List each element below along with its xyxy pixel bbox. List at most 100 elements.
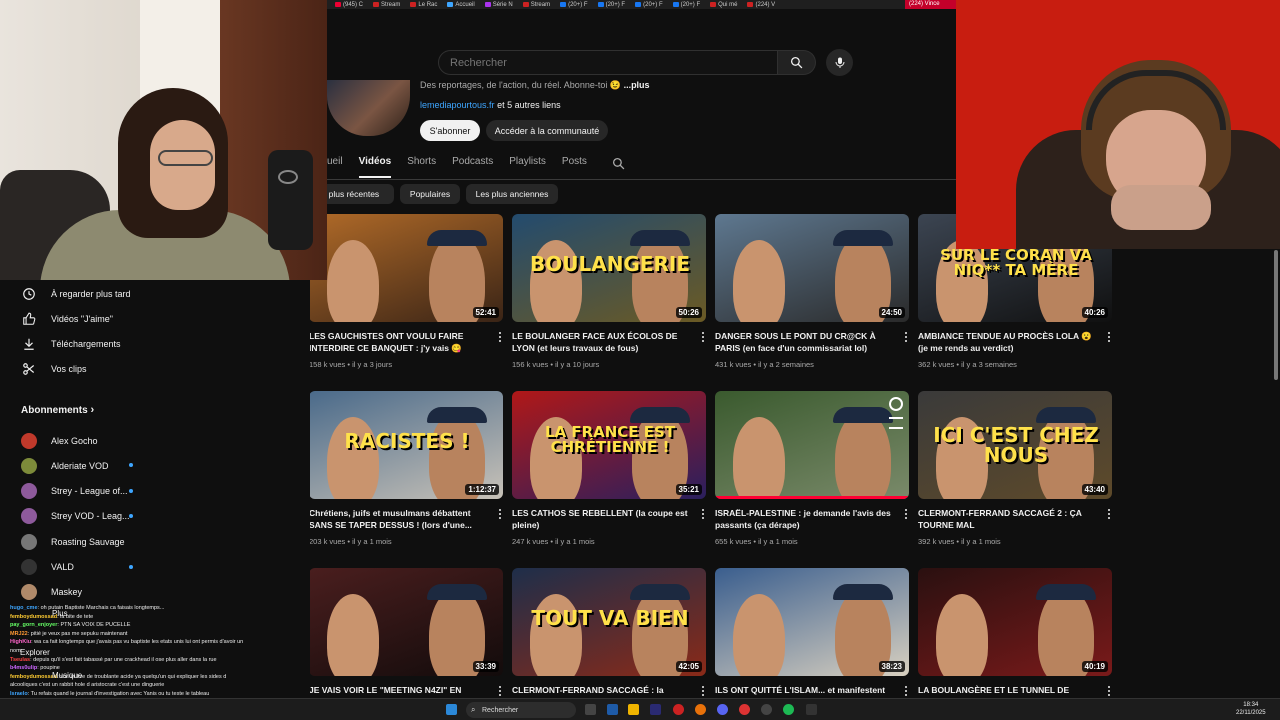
channel-search-button[interactable] xyxy=(612,157,625,175)
clock[interactable]: 18:34 22/11/2025 xyxy=(1236,701,1266,717)
bookmark-label: Qui mé xyxy=(718,1,738,8)
bookmark-item[interactable]: Stream xyxy=(373,2,400,8)
subscription-item[interactable]: Strey - League of... xyxy=(0,479,300,504)
app-icon[interactable] xyxy=(739,704,750,715)
more-options-icon[interactable] xyxy=(1104,508,1114,522)
more-options-icon[interactable] xyxy=(495,685,505,699)
video-title[interactable]: LES GAUCHISTES ONT VOULU FAIRE INTERDIRE… xyxy=(309,330,487,354)
video-thumbnail[interactable] xyxy=(715,391,909,499)
video-thumbnail[interactable]: RACISTES ! 1:12:37 xyxy=(309,391,503,499)
video-thumbnail[interactable]: LA FRANCE EST CHRÉTIENNE ! 35:21 xyxy=(512,391,706,499)
tab-home[interactable]: ueil xyxy=(327,156,343,178)
video-title[interactable]: CLERMONT-FERRAND SACCAGÉ 2 : ÇA TOURNE M… xyxy=(918,507,1096,531)
more-options-icon[interactable] xyxy=(495,508,505,522)
more-options-icon[interactable] xyxy=(698,685,708,699)
bookmark-item[interactable]: (20+) F xyxy=(597,2,625,8)
more-options-icon[interactable] xyxy=(901,331,911,345)
video-title[interactable]: DANGER SOUS LE PONT DU CR@CK À PARIS (en… xyxy=(715,330,893,354)
file-explorer-icon[interactable] xyxy=(628,704,639,715)
video-thumbnail[interactable]: 24:50 xyxy=(715,214,909,322)
more-options-icon[interactable] xyxy=(901,685,911,699)
sidebar-item-watch-later[interactable]: À regarder plus tard xyxy=(0,281,300,306)
add-to-queue-icon[interactable] xyxy=(889,417,903,429)
more-options-icon[interactable] xyxy=(698,331,708,345)
video-thumbnail[interactable]: TOUT VA BIEN 42:05 xyxy=(512,568,706,676)
bookmark-item[interactable]: (224) Vince xyxy=(905,0,956,9)
search-input[interactable] xyxy=(439,51,777,74)
terminal-icon[interactable] xyxy=(806,704,817,715)
bookmark-item[interactable]: (945) C xyxy=(335,2,363,8)
sidebar-item-clips[interactable]: Vos clips xyxy=(0,356,300,381)
chip-oldest[interactable]: Les plus anciennes xyxy=(466,184,558,204)
tab-podcasts[interactable]: Podcasts xyxy=(452,156,493,178)
video-thumbnail[interactable]: 40:19 xyxy=(918,568,1112,676)
bookmark-item[interactable]: (224) V xyxy=(747,2,775,8)
premiere-icon[interactable] xyxy=(650,704,661,715)
video-title[interactable]: LES CATHOS SE REBELLENT (la coupe est pl… xyxy=(512,507,690,531)
video-thumbnail[interactable]: 52:41 xyxy=(309,214,503,322)
search-button[interactable] xyxy=(778,50,816,75)
video-thumbnail[interactable]: 38:23 xyxy=(715,568,909,676)
chip-latest[interactable]: s plus récentes xyxy=(318,184,394,204)
video-title[interactable]: JE VAIS VOIR LE "MEETING N4ZI" EN xyxy=(309,684,487,696)
sidebar-item-music[interactable]: Musique xyxy=(52,671,82,680)
more-options-icon[interactable] xyxy=(698,508,708,522)
video-title[interactable]: LE BOULANGER FACE AUX ÉCOLOS DE LYON (et… xyxy=(512,330,690,354)
bookmark-item[interactable]: (20+) F xyxy=(635,2,663,8)
community-button[interactable]: Accéder à la communauté xyxy=(486,120,608,141)
video-title[interactable]: ILS ONT QUITTÉ L'ISLAM... et manifestent xyxy=(715,684,893,696)
channel-description[interactable]: Des reportages, de l'action, du réel. Ab… xyxy=(420,80,650,91)
taskbar-search[interactable]: ⌕ Rechercher xyxy=(466,702,576,718)
tab-posts[interactable]: Posts xyxy=(562,156,587,178)
subscription-item[interactable]: VALD xyxy=(0,555,300,580)
bookmark-item[interactable]: Accueil xyxy=(447,2,475,8)
voice-search-button[interactable] xyxy=(826,49,853,76)
subscription-item[interactable]: Roasting Sauvage xyxy=(0,529,300,554)
video-title[interactable]: AMBIANCE TENDUE AU PROCÈS LOLA 😮 (je me … xyxy=(918,330,1096,354)
bookmark-item[interactable]: Stream xyxy=(522,2,550,8)
subscribe-button[interactable]: S'abonner xyxy=(420,120,480,141)
other-links-label[interactable]: et 5 autres liens xyxy=(497,100,561,110)
discord-icon[interactable] xyxy=(717,704,728,715)
spotify-icon[interactable] xyxy=(783,704,794,715)
taskview-icon[interactable] xyxy=(585,704,596,715)
more-options-icon[interactable] xyxy=(495,331,505,345)
channel-website-link[interactable]: lemediapourtous.fr xyxy=(420,100,495,110)
bookmark-item[interactable]: (20+) F xyxy=(672,2,700,8)
subscription-item[interactable]: Alderiate VOD xyxy=(0,453,300,478)
more-options-icon[interactable] xyxy=(901,508,911,522)
firefox-icon[interactable] xyxy=(695,704,706,715)
bookmark-item[interactable]: Qui mé xyxy=(710,2,737,8)
subscription-item[interactable]: Maskey xyxy=(0,580,300,605)
photoshop-icon[interactable] xyxy=(607,704,618,715)
more-options-icon[interactable] xyxy=(1104,331,1114,345)
video-title[interactable]: ISRAËL-PALESTINE : je demande l'avis des… xyxy=(715,507,893,531)
obs-icon[interactable] xyxy=(761,704,772,715)
video-thumbnail[interactable]: ICI C'EST CHEZ NOUS 43:40 xyxy=(918,391,1112,499)
subscriptions-heading[interactable]: Abonnements › xyxy=(21,404,94,416)
bookmark-item[interactable]: Série N xyxy=(484,2,513,8)
subscription-item[interactable]: Strey VOD - Leag... xyxy=(0,504,300,529)
more-link[interactable]: ...plus xyxy=(624,80,650,90)
video-thumbnail[interactable]: BOULANGERIE 50:26 xyxy=(512,214,706,322)
windows-start-icon[interactable] xyxy=(446,704,457,715)
tab-vidéos[interactable]: Vidéos xyxy=(358,156,392,178)
chip-popular[interactable]: Populaires xyxy=(400,184,460,204)
sidebar-item-more[interactable]: Plus xyxy=(52,609,68,618)
tab-shorts[interactable]: Shorts xyxy=(407,156,436,178)
watch-later-icon[interactable] xyxy=(889,397,903,411)
video-thumbnail[interactable]: 33:39 xyxy=(309,568,503,676)
tab-playlists[interactable]: Playlists xyxy=(509,156,546,178)
scrollbar-thumb[interactable] xyxy=(1274,250,1278,380)
video-title[interactable]: CLERMONT-FERRAND SACCAGÉ : la xyxy=(512,684,690,696)
bookmark-item[interactable]: (20+) F xyxy=(560,2,588,8)
more-options-icon[interactable] xyxy=(1104,685,1114,699)
browser-icon[interactable] xyxy=(673,704,684,715)
sidebar-item-liked-videos[interactable]: Vidéos "J'aime" xyxy=(0,306,300,331)
channel-avatar[interactable] xyxy=(327,80,410,136)
bookmark-item[interactable]: Le Rac xyxy=(410,2,437,8)
video-title[interactable]: Chrétiens, juifs et musulmans débattent … xyxy=(309,507,487,531)
sidebar-item-downloads[interactable]: Téléchargements xyxy=(0,331,300,356)
subscription-item[interactable]: Alex Gocho xyxy=(0,428,300,453)
sidebar-item-explore[interactable]: Explorer xyxy=(20,648,50,657)
